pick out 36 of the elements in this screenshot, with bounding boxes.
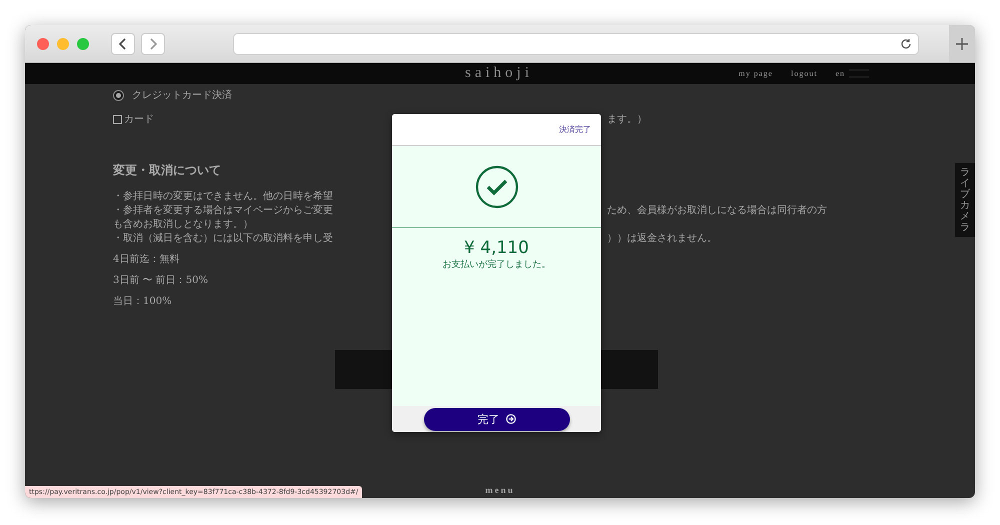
side-tab[interactable]: ライブカメラ: [955, 163, 975, 237]
forward-button[interactable]: [141, 32, 165, 54]
policy-text: ・参拝日時の変更はできません。他の日時を希望: [113, 190, 333, 203]
nav-link[interactable]: logout: [790, 69, 818, 78]
arrow-circle-icon: [506, 414, 516, 424]
radio-button[interactable]: [113, 90, 124, 100]
payment-message: お支払いが完了しました。: [442, 258, 552, 271]
option-note-text: ます。）: [607, 113, 647, 126]
policy-text: ・取消（減日を含む）には以下の取消料を申し受: [113, 232, 333, 245]
fee-text: 当日：100%: [113, 294, 172, 308]
reload-icon[interactable]: [900, 38, 912, 50]
checkbox-label: カード: [124, 113, 154, 126]
site-logo[interactable]: saihoji: [465, 65, 533, 82]
menu-link[interactable]: menu: [485, 485, 515, 495]
zoom-window-icon[interactable]: [77, 38, 89, 50]
checkbox[interactable]: [113, 114, 122, 124]
section-heading: 変更・取消について: [113, 162, 221, 179]
close-window-icon[interactable]: [37, 38, 49, 50]
policy-text: ため、会員様がお取消しになる場合は同行者の方: [607, 204, 827, 217]
back-button[interactable]: [111, 32, 135, 54]
fee-text: 4日前迄：無料: [113, 252, 180, 266]
chevron-left-icon: [118, 38, 128, 50]
policy-text: ））は返金されません。: [607, 232, 717, 245]
payment-method-label: クレジットカード決済: [132, 88, 232, 102]
check-circle-icon: [474, 164, 518, 208]
chevron-right-icon: [148, 38, 158, 50]
policy-text: も含めお取消しとなります。）: [113, 218, 253, 231]
nav-link[interactable]: en: [835, 69, 845, 78]
done-button[interactable]: 完了: [424, 408, 570, 430]
dialog-title: 決済完了: [559, 124, 591, 135]
fee-text: 3日前 〜 前日：50%: [113, 274, 208, 287]
payment-amount: ¥ 4,110: [463, 238, 530, 258]
nav-link[interactable]: my page: [738, 69, 773, 78]
policy-text: ・参拝者を変更する場合はマイページからご変更: [113, 204, 333, 217]
plus-icon: [956, 38, 968, 50]
new-tab-button[interactable]: [949, 25, 975, 62]
